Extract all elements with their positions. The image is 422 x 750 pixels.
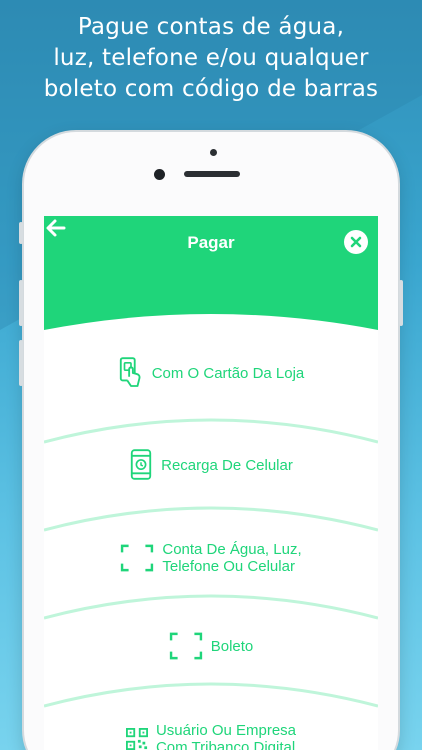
headline-line-2: luz, telefone e/ou qualquer (53, 45, 369, 71)
menu-item-label: Conta De Água, Luz, Telefone Ou Celular (162, 541, 301, 575)
app-header: Pagar (44, 216, 378, 330)
menu-divider (44, 418, 378, 444)
menu-item-label-line-2: Telefone Ou Celular (162, 558, 295, 575)
phone-speaker (184, 171, 240, 177)
card-tap-icon (119, 357, 141, 387)
headline-line-3: boleto com código de barras (43, 76, 379, 102)
phone-volume-up (19, 280, 23, 326)
phone-mockup: Pagar Com O Cartão Da Loja Recarga De Ce… (19, 132, 403, 750)
menu-item-tribanco-digital[interactable]: Usuário Ou Empresa Com Tribanco Digital (44, 716, 378, 750)
menu-item-label-line-1: Conta De Água, Luz, (162, 541, 302, 558)
barcode-scan-icon (169, 632, 202, 660)
menu-divider (44, 506, 378, 532)
menu-item-label: Com O Cartão Da Loja (151, 364, 305, 382)
phone-camera (210, 149, 217, 156)
phone-volume-down (19, 340, 23, 386)
app-screen: Pagar Com O Cartão Da Loja Recarga De Ce… (44, 216, 378, 750)
qr-code-icon (125, 728, 148, 750)
page-title: Pagar (187, 233, 235, 252)
phone-recharge-icon (130, 449, 152, 480)
menu-item-label: Boleto (210, 637, 254, 655)
menu-item-label-line-1: Usuário Ou Empresa (155, 722, 297, 739)
barcode-scan-icon (121, 544, 154, 572)
phone-mute-switch (19, 222, 23, 244)
menu-divider (44, 594, 378, 620)
menu-item-store-card[interactable]: Com O Cartão Da Loja (44, 346, 378, 406)
promo-headline: Pague contas de água, luz, telefone e/ou… (0, 12, 422, 105)
menu-item-phone-recharge[interactable]: Recarga De Celular (44, 448, 378, 498)
menu-item-label: Usuário Ou Empresa Com Tribanco Digital (156, 722, 296, 750)
menu-divider (44, 682, 378, 708)
menu-item-label-line-2: Com Tribanco Digital (155, 739, 296, 750)
close-button[interactable] (344, 230, 368, 254)
phone-power-button (399, 280, 403, 326)
phone-front-camera (154, 169, 165, 180)
close-icon (350, 236, 362, 248)
headline-line-1: Pague contas de água, (77, 14, 345, 40)
menu-item-label: Recarga De Celular (161, 456, 293, 474)
